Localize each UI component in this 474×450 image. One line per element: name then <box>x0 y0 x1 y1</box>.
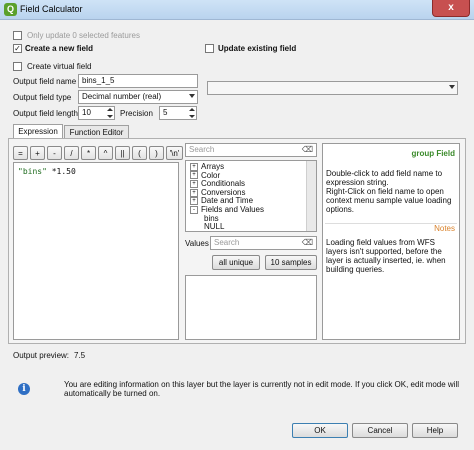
operator-newline-button[interactable]: '\n' <box>166 146 183 160</box>
function-search-placeholder: Search <box>189 145 215 154</box>
spin-up-icon <box>107 108 113 111</box>
operator-concat-button[interactable]: || <box>115 146 130 160</box>
output-field-type-value: Decimal number (real) <box>82 92 162 101</box>
create-new-field-checkbox[interactable]: ✓ <box>13 44 22 53</box>
clear-search-icon[interactable]: ⌫ <box>302 237 313 248</box>
output-field-length-value: 10 <box>82 108 91 117</box>
operator-multiply-button[interactable]: * <box>81 146 96 160</box>
function-tree-item[interactable]: NULL <box>204 222 224 231</box>
spin-down-icon <box>107 115 113 118</box>
values-search-placeholder: Search <box>214 238 240 247</box>
spin-up-icon <box>189 108 195 111</box>
operator-power-button[interactable]: ^ <box>98 146 113 160</box>
output-field-length-label: Output field length <box>13 109 78 118</box>
output-field-type-label: Output field type <box>13 93 72 102</box>
precision-value: 5 <box>163 108 168 117</box>
expression-rest: *1.50 <box>46 167 76 176</box>
operator-divide-button[interactable]: / <box>64 146 79 160</box>
output-preview-value: 7.5 <box>74 351 86 360</box>
chevron-down-icon <box>449 85 455 89</box>
values-label: Values <box>185 239 209 248</box>
operator-plus-button[interactable]: + <box>30 146 45 160</box>
tab-expression[interactable]: Expression <box>13 124 63 138</box>
ok-button[interactable]: OK <box>292 423 348 438</box>
expression-editor[interactable]: "bins" *1.50 <box>13 162 179 340</box>
operator-close-paren-button[interactable]: ) <box>149 146 164 160</box>
expression-field-token: "bins" <box>18 167 47 176</box>
help-group-title: group Field <box>411 149 455 158</box>
clear-search-icon[interactable]: ⌫ <box>302 144 313 155</box>
values-list[interactable] <box>185 275 317 340</box>
function-tree-scrollbar[interactable] <box>306 161 316 231</box>
output-preview-label: Output preview: <box>13 351 70 360</box>
output-field-length-spinbox[interactable]: 10 <box>78 106 115 120</box>
tab-function-editor[interactable]: Function Editor <box>64 125 129 138</box>
spin-down-icon <box>189 115 195 118</box>
help-notes-text: Loading field values from WFS layers isn… <box>326 238 446 274</box>
ten-samples-button[interactable]: 10 samples <box>265 255 317 270</box>
function-tree-item[interactable]: - Fields and Values <box>190 205 264 214</box>
update-existing-field-label: Update existing field <box>218 44 297 53</box>
close-button[interactable]: x <box>432 0 470 17</box>
help-group-text: Double-click to add field name to expres… <box>326 169 452 214</box>
create-virtual-field-checkbox[interactable] <box>13 62 22 71</box>
output-field-type-select[interactable]: Decimal number (real) <box>78 90 198 104</box>
existing-field-select[interactable] <box>207 81 458 95</box>
function-tree-item-label: NULL <box>204 222 225 232</box>
help-button[interactable]: Help <box>412 423 458 438</box>
only-update-selected-checkbox[interactable] <box>13 31 22 40</box>
output-field-name-label: Output field name <box>13 77 77 86</box>
qgis-logo-icon: Q <box>4 3 17 16</box>
only-update-selected-label: Only update 0 selected features <box>27 31 140 40</box>
function-search-input[interactable]: Search ⌫ <box>185 143 317 157</box>
operator-minus-button[interactable]: - <box>47 146 62 160</box>
update-existing-field-checkbox[interactable] <box>205 44 214 53</box>
create-virtual-field-label: Create virtual field <box>27 62 92 71</box>
create-new-field-label: Create a new field <box>25 44 94 53</box>
operator-open-paren-button[interactable]: ( <box>132 146 147 160</box>
values-search-input[interactable]: Search ⌫ <box>210 236 317 250</box>
precision-spinbox[interactable]: 5 <box>159 106 197 120</box>
cancel-button[interactable]: Cancel <box>352 423 408 438</box>
output-field-name-input[interactable]: bins_1_5 <box>78 74 198 88</box>
window-title: Field Calculator <box>20 4 83 14</box>
all-unique-button[interactable]: all unique <box>212 255 260 270</box>
precision-label: Precision <box>120 109 153 118</box>
help-panel: group Field Double-click to add field na… <box>322 143 460 340</box>
operator-equals-button[interactable]: = <box>13 146 28 160</box>
expression-text: "bins" *1.50 <box>18 167 76 176</box>
function-tree: + Arrays + Color + Conditionals + Conversions + D… <box>185 160 317 232</box>
collapse-icon[interactable]: - <box>190 205 198 214</box>
function-tree-list: + Arrays + Color + Conditionals + Conversions + D… <box>190 162 306 231</box>
chevron-down-icon <box>189 94 195 98</box>
help-notes-title: Notes <box>434 224 455 233</box>
info-icon: i <box>18 383 30 395</box>
edit-mode-message: You are editing information on this laye… <box>64 380 460 398</box>
